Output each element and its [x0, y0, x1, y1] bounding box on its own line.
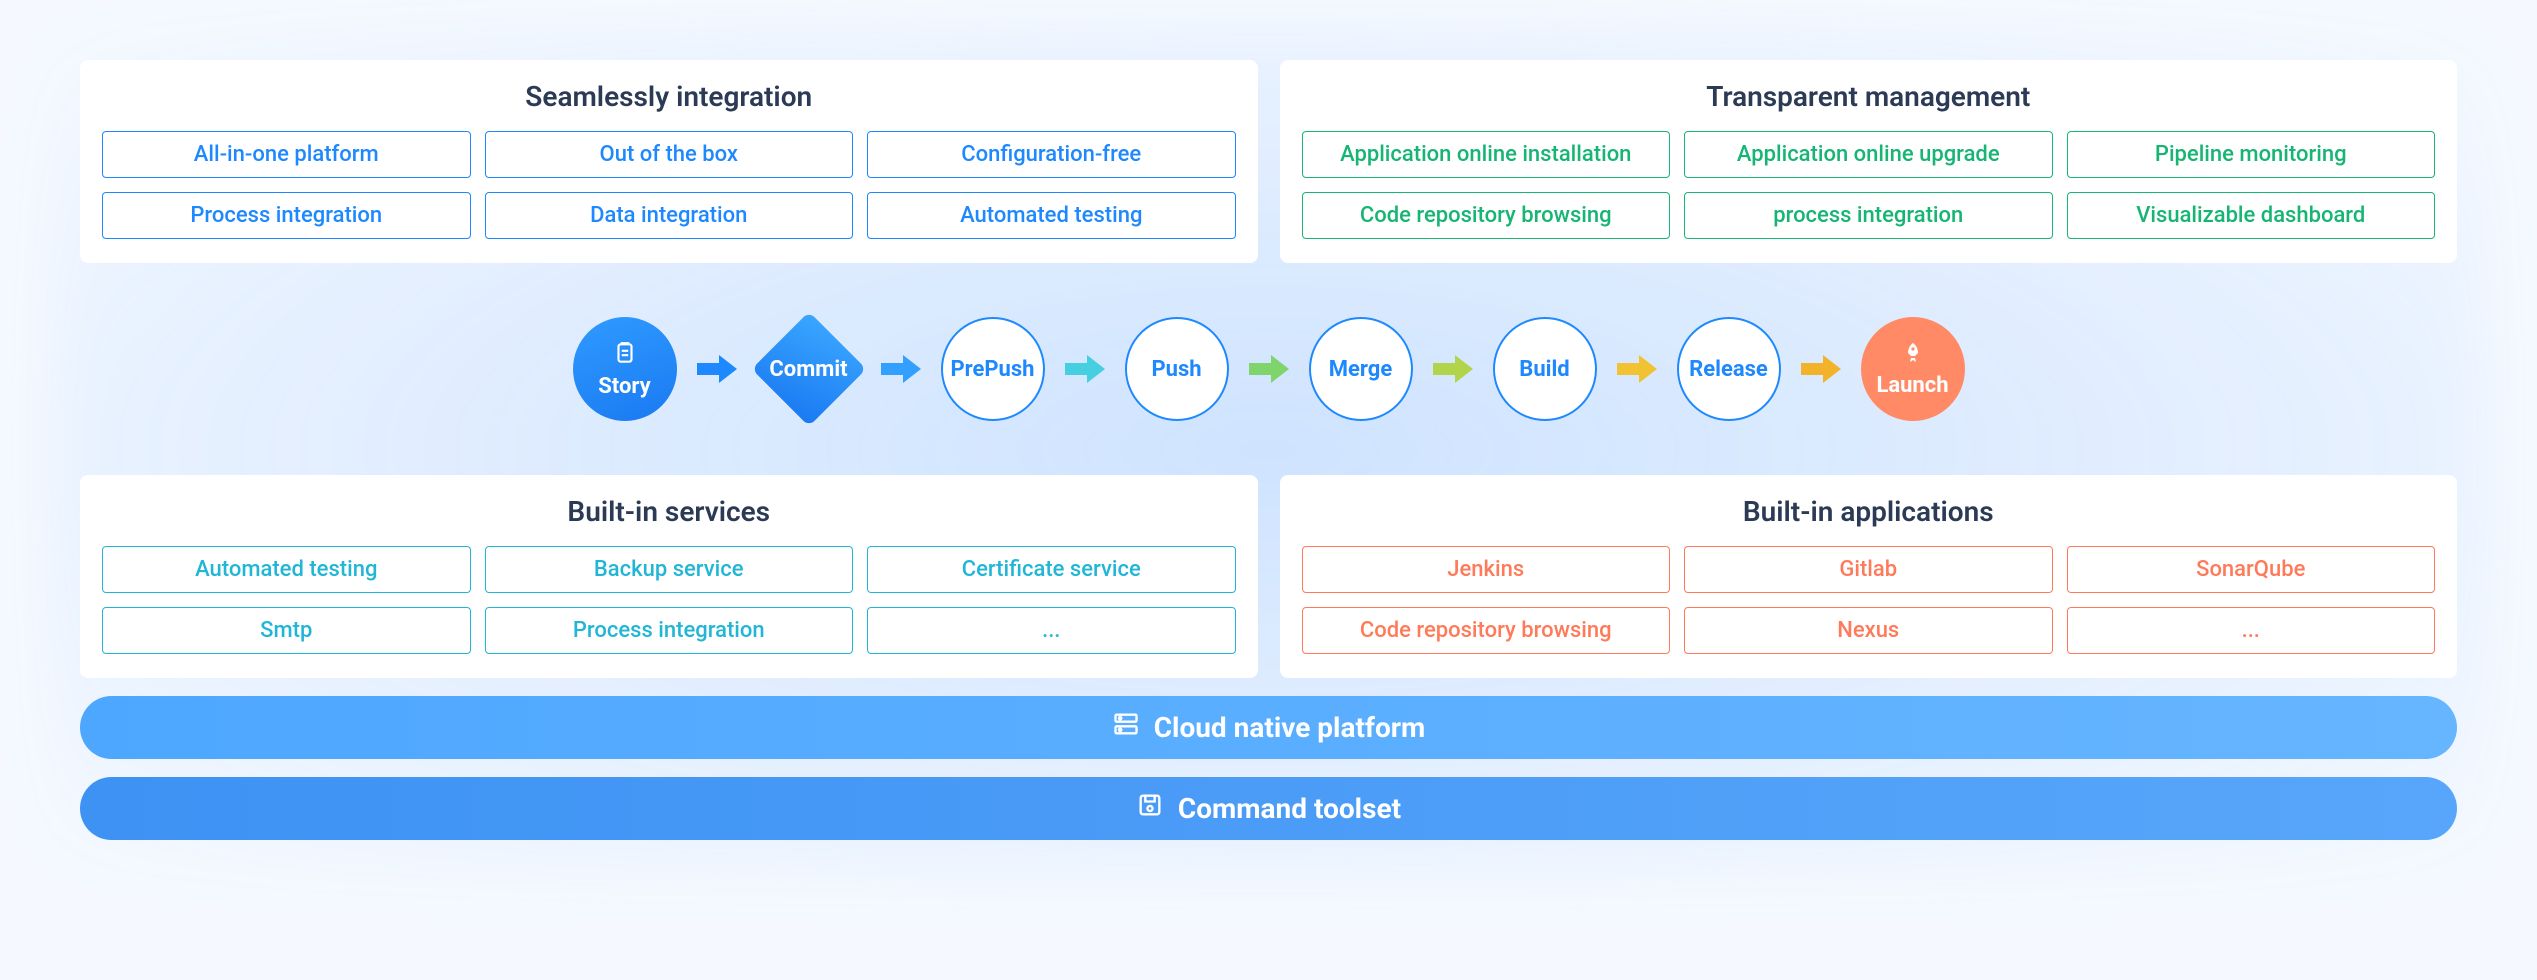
panel-title: Built-in applications [1302, 495, 2436, 528]
tag: Out of the box [485, 131, 854, 178]
arrow-icon [1433, 353, 1473, 385]
node-label: Commit [757, 317, 861, 421]
tag: Certificate service [867, 546, 1236, 593]
panel-title: Built-in services [102, 495, 1236, 528]
arrow-icon [1065, 353, 1105, 385]
tag: Nexus [1684, 607, 2053, 654]
tag: Gitlab [1684, 546, 2053, 593]
pipeline: Story Commit PrePush Push Merge Build Re… [80, 289, 2457, 449]
tag: Process integration [485, 607, 854, 654]
node-story: Story [573, 317, 677, 421]
tag: Pipeline monitoring [2067, 131, 2436, 178]
node-label: Build [1519, 357, 1569, 382]
node-launch: Launch [1861, 317, 1965, 421]
panel-title: Seamlessly integration [102, 80, 1236, 113]
panel-title: Transparent management [1302, 80, 2436, 113]
tag: Automated testing [102, 546, 471, 593]
node-commit: Commit [757, 317, 861, 421]
tag: ... [2067, 607, 2436, 654]
panel-services: Built-in services Automated testing Back… [80, 475, 1258, 678]
tag: SonarQube [2067, 546, 2436, 593]
node-label: Merge [1329, 357, 1392, 382]
node-build: Build [1493, 317, 1597, 421]
arrow-icon [1617, 353, 1657, 385]
node-label: Push [1151, 357, 1201, 382]
tag: ... [867, 607, 1236, 654]
tag: Smtp [102, 607, 471, 654]
bar-label: Cloud native platform [1154, 711, 1426, 744]
bar-label: Command toolset [1178, 792, 1401, 825]
tag: Code repository browsing [1302, 192, 1671, 239]
bar-toolset: Command toolset [80, 777, 2457, 840]
tag: Configuration-free [867, 131, 1236, 178]
node-label: Release [1689, 357, 1768, 382]
tag: Data integration [485, 192, 854, 239]
tag: process integration [1684, 192, 2053, 239]
node-label: PrePush [950, 357, 1034, 382]
node-label: Story [598, 374, 650, 399]
tag: All-in-one platform [102, 131, 471, 178]
node-merge: Merge [1309, 317, 1413, 421]
arrow-icon [1801, 353, 1841, 385]
panel-apps: Built-in applications Jenkins Gitlab Son… [1280, 475, 2458, 678]
save-icon [1136, 791, 1164, 826]
tag: Backup service [485, 546, 854, 593]
tag: Application online installation [1302, 131, 1671, 178]
clipboard-icon [612, 340, 638, 372]
arrow-icon [697, 353, 737, 385]
panel-management: Transparent management Application onlin… [1280, 60, 2458, 263]
rocket-icon [1901, 341, 1925, 371]
arrow-icon [1249, 353, 1289, 385]
node-prepush: PrePush [941, 317, 1045, 421]
server-icon [1112, 710, 1140, 745]
tag: Jenkins [1302, 546, 1671, 593]
arrow-icon [881, 353, 921, 385]
tag: Visualizable dashboard [2067, 192, 2436, 239]
tag: Automated testing [867, 192, 1236, 239]
node-push: Push [1125, 317, 1229, 421]
panel-integration: Seamlessly integration All-in-one platfo… [80, 60, 1258, 263]
node-label: Launch [1876, 373, 1948, 398]
node-release: Release [1677, 317, 1781, 421]
tag: Process integration [102, 192, 471, 239]
bar-platform: Cloud native platform [80, 696, 2457, 759]
tag: Code repository browsing [1302, 607, 1671, 654]
tag: Application online upgrade [1684, 131, 2053, 178]
